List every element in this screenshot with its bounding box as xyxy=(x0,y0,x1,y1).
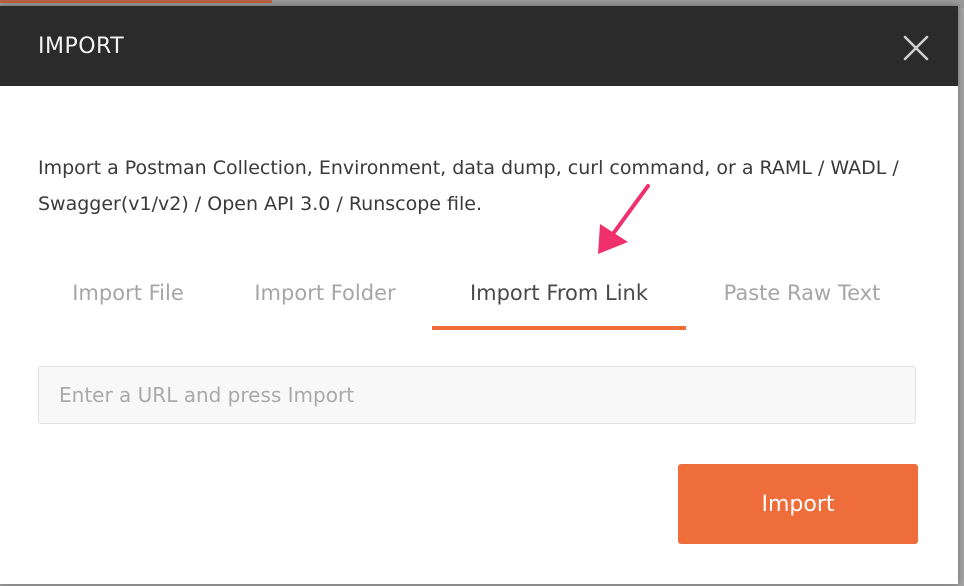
tab-paste-raw-text[interactable]: Paste Raw Text xyxy=(704,270,900,326)
tab-import-from-link[interactable]: Import From Link xyxy=(432,270,686,330)
modal-header: IMPORT xyxy=(0,6,958,86)
tab-import-folder[interactable]: Import Folder xyxy=(238,270,412,326)
annotation-arrow-icon xyxy=(598,184,650,254)
close-icon xyxy=(903,35,929,61)
url-input[interactable] xyxy=(38,366,916,424)
import-description: Import a Postman Collection, Environment… xyxy=(38,157,899,215)
import-button[interactable]: Import xyxy=(678,464,918,544)
tab-import-file[interactable]: Import File xyxy=(38,270,218,326)
import-modal: IMPORT Import a Postman Collection, Envi… xyxy=(0,6,958,584)
modal-title: IMPORT xyxy=(38,34,125,59)
close-button[interactable] xyxy=(898,30,934,66)
background-accent xyxy=(0,0,272,3)
import-tabs: Import File Import Folder Import From Li… xyxy=(38,270,918,330)
